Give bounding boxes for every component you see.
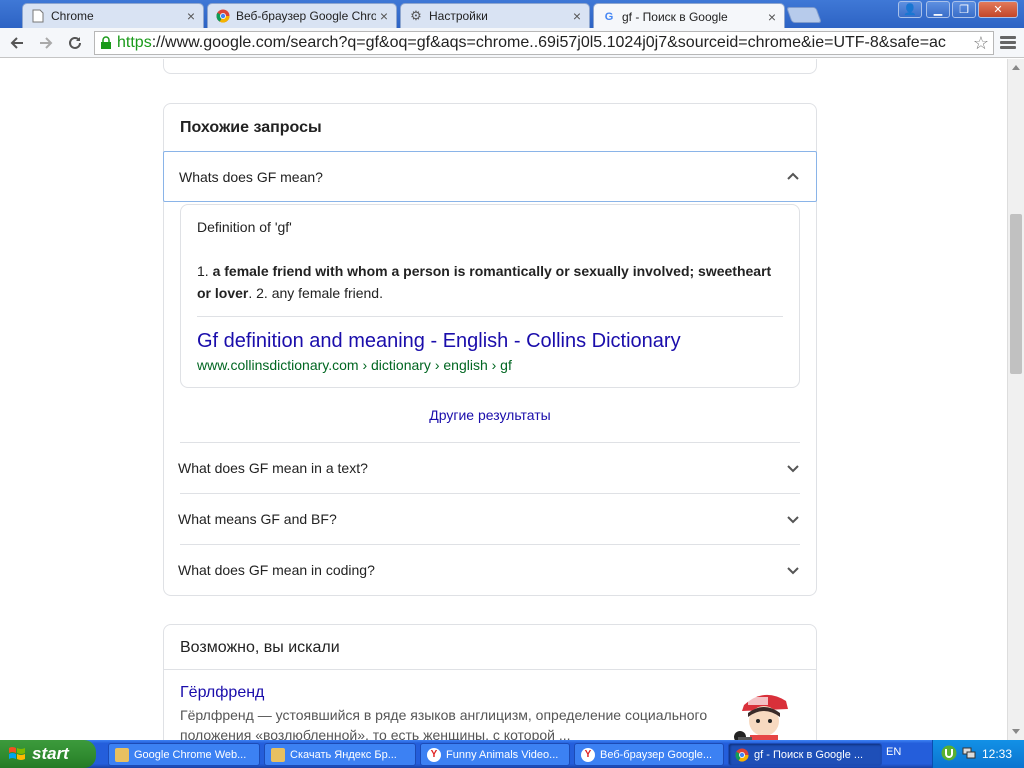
result-title-link[interactable]: Гёрлфренд	[180, 684, 264, 702]
address-bar[interactable]: https://www.google.com/search?q=gf&oq=gf…	[94, 31, 994, 55]
vertical-scrollbar[interactable]	[1007, 59, 1024, 740]
definition-text: 1. a female friend with whom a person is…	[197, 263, 772, 301]
tab-strip: Chrome × Веб-браузер Google Chrome × ⚙ Н…	[0, 0, 1024, 29]
utorrent-icon[interactable]	[941, 745, 957, 761]
scroll-thumb[interactable]	[1010, 214, 1022, 374]
chrome-icon	[735, 748, 749, 761]
minimize-button[interactable]: ▁	[926, 1, 950, 18]
taskbar-button[interactable]: Y Веб-браузер Google...	[574, 743, 724, 766]
system-tray: 12:33	[932, 740, 1024, 768]
app-icon	[115, 747, 129, 762]
divider	[164, 669, 816, 670]
tab-settings[interactable]: ⚙ Настройки ×	[400, 3, 590, 28]
new-tab-button[interactable]	[786, 7, 822, 23]
tab-chrome[interactable]: Chrome ×	[22, 3, 204, 28]
tab-label: gf - Поиск в Google	[622, 9, 728, 24]
tab-chrome-browser[interactable]: Веб-браузер Google Chrome ×	[207, 3, 397, 28]
google-g-icon: G	[604, 10, 614, 23]
app-icon	[271, 747, 285, 762]
page-content: Похожие запросы Whats does GF mean? Defi…	[0, 59, 1007, 740]
document-icon	[31, 9, 45, 23]
more-results-link[interactable]: Другие результаты	[164, 407, 816, 423]
related-question[interactable]: What does GF mean in a text?	[178, 442, 800, 493]
browser-toolbar: https://www.google.com/search?q=gf&oq=gf…	[0, 28, 1024, 58]
bookmark-star-icon[interactable]: ☆	[973, 33, 989, 54]
related-question[interactable]: What means GF and BF?	[178, 493, 800, 544]
close-icon[interactable]: ×	[380, 8, 388, 24]
close-icon[interactable]: ×	[573, 8, 581, 24]
start-button[interactable]: start	[0, 740, 96, 768]
chevron-down-icon	[787, 567, 799, 575]
close-icon[interactable]: ×	[187, 8, 195, 24]
related-question-expanded[interactable]: Whats does GF mean?	[163, 151, 817, 202]
result-thumbnail-image[interactable]	[724, 683, 804, 740]
forward-arrow-icon	[40, 37, 53, 49]
language-indicator[interactable]: EN	[886, 746, 901, 758]
chevron-down-icon	[787, 465, 799, 473]
start-label: start	[32, 744, 69, 763]
forward-button[interactable]	[35, 32, 57, 54]
back-button[interactable]	[6, 32, 28, 54]
yandex-icon: Y	[427, 747, 441, 762]
gear-icon: ⚙	[410, 8, 422, 23]
did-you-mean-card: Возможно, вы искали Гёрлфренд Гёрлфренд …	[163, 624, 817, 740]
related-questions-card: Похожие запросы Whats does GF mean? Defi…	[163, 103, 817, 596]
question-text: Whats does GF mean?	[179, 168, 323, 185]
lock-icon	[101, 36, 111, 49]
close-icon[interactable]: ×	[768, 9, 776, 25]
taskbar-button[interactable]: Скачать Яндекс Бр...	[264, 743, 416, 766]
network-icon[interactable]	[961, 745, 977, 761]
answer-panel: Definition of 'gf' 1. a female friend wi…	[180, 204, 800, 388]
did-you-mean-heading: Возможно, вы искали	[180, 639, 340, 656]
yandex-icon: Y	[581, 747, 595, 762]
chevron-down-icon	[787, 516, 799, 524]
result-cite: www.collinsdictionary.com › dictionary ›…	[197, 357, 512, 373]
taskbar-button[interactable]: Y Funny Animals Video...	[420, 743, 570, 766]
chrome-icon	[216, 9, 230, 23]
tab-label: Chrome	[51, 9, 94, 23]
chrome-menu-icon[interactable]	[1000, 34, 1016, 50]
scroll-up-icon[interactable]	[1012, 65, 1020, 70]
taskbar-button-active[interactable]: gf - Поиск в Google ...	[728, 743, 882, 766]
related-heading: Похожие запросы	[180, 119, 322, 136]
taskbar-button[interactable]: Google Chrome Web...	[108, 743, 260, 766]
reload-button[interactable]	[64, 32, 86, 54]
chevron-up-icon	[787, 172, 799, 180]
taskbar: start Google Chrome Web... Скачать Яндек…	[0, 740, 1024, 768]
reload-icon	[69, 36, 81, 49]
scroll-down-icon[interactable]	[1012, 729, 1020, 734]
related-question[interactable]: What does GF mean in coding?	[178, 544, 800, 595]
back-arrow-icon	[10, 37, 23, 49]
clock: 12:33	[981, 747, 1012, 761]
maximize-button[interactable]: ❐	[952, 1, 976, 18]
divider	[197, 316, 783, 317]
tab-google-search[interactable]: G gf - Поиск в Google ×	[593, 3, 785, 29]
tab-label: Настройки	[429, 9, 488, 23]
url-text: https://www.google.com/search?q=gf&oq=gf…	[117, 34, 946, 51]
user-icon[interactable]: 👤	[898, 1, 922, 18]
definition-label: Definition of 'gf'	[197, 219, 292, 235]
windows-flag-icon	[9, 747, 25, 760]
tab-label: Веб-браузер Google Chrome	[236, 9, 376, 23]
close-window-button[interactable]: ✕	[978, 1, 1018, 18]
result-snippet: Гёрлфренд — устоявшийся в ряде языков ан…	[180, 707, 708, 740]
result-link[interactable]: Gf definition and meaning - English - Co…	[197, 330, 681, 353]
previous-card	[163, 59, 817, 74]
